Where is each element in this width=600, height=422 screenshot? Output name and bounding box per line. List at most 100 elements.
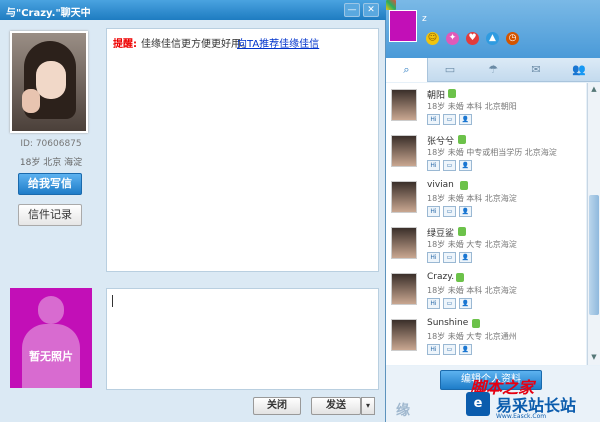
user-info: 18岁 未婚 大专 北京海淀 <box>427 240 517 249</box>
recommend-link[interactable]: 向TA推荐佳缘佳信 <box>237 35 319 50</box>
user-name[interactable]: vivian <box>427 180 454 190</box>
scroll-down-icon[interactable]: ▼ <box>588 351 600 363</box>
brand-logo: 缘 <box>396 403 410 419</box>
no-photo-label: 暂无照片 <box>29 350 73 363</box>
avatar-face <box>36 61 66 99</box>
user-info: 18岁 未婚 本科 北京海淀 <box>427 194 517 203</box>
view-profile-button[interactable]: 👤 <box>459 206 472 217</box>
mail-icon: ✉ <box>531 63 541 76</box>
user-name[interactable]: Sunshine <box>427 318 468 328</box>
message-input[interactable] <box>106 288 379 390</box>
side-avatar[interactable] <box>389 10 417 42</box>
message-button[interactable]: ▭ <box>443 298 456 309</box>
user-name[interactable]: 绿豆鲨 <box>427 226 454 239</box>
apps-grid-icon[interactable] <box>386 0 396 10</box>
contacts-icon: 👥 <box>572 63 586 76</box>
my-avatar[interactable]: 暂无照片 <box>10 288 92 388</box>
umbrella-icon: ☂ <box>488 63 498 76</box>
user-info: 18岁 未婚 本科 北京海淀 <box>427 286 517 295</box>
list-item[interactable]: 朝阳 18岁 未婚 本科 北京朝阳 Hi ▭ 👤 <box>386 87 586 133</box>
title-bar: 与"Crazy."聊天中 — ✕ <box>0 0 386 20</box>
clock-icon[interactable]: ◷ <box>506 32 519 45</box>
user-avatar[interactable] <box>391 135 417 167</box>
user-avatar[interactable] <box>391 227 417 259</box>
tip-text: 佳缘佳信更方便更好用。 <box>141 39 251 50</box>
tab-contacts[interactable]: 👥 <box>558 58 600 82</box>
list-item[interactable]: vivian 18岁 未婚 本科 北京海淀 Hi ▭ 👤 <box>386 179 586 225</box>
user-name[interactable]: 张兮兮 <box>427 134 454 147</box>
text-caret <box>112 295 113 307</box>
user-avatar[interactable] <box>391 89 417 121</box>
say-hi-button[interactable]: Hi <box>427 160 440 171</box>
scroll-thumb[interactable] <box>589 195 599 315</box>
user-avatar[interactable] <box>391 319 417 351</box>
letter-history-button[interactable]: 信件记录 <box>18 204 82 226</box>
message-history[interactable]: 提醒: 佳缘佳信更方便更好用。 向TA推荐佳缘佳信 <box>106 28 379 272</box>
tab-mail[interactable]: ✉ <box>515 58 557 82</box>
user-avatar[interactable] <box>391 273 417 305</box>
user-info: 18岁 未婚 大专 北京通州 <box>427 332 517 341</box>
side-header: z ☺ ✦ ♥ ▲ ◷ <box>386 0 600 58</box>
say-hi-button[interactable]: Hi <box>427 252 440 263</box>
user-name[interactable]: 朝阳 <box>427 88 445 101</box>
tab-umbrella[interactable]: ☂ <box>472 58 514 82</box>
contact-avatar[interactable] <box>10 31 88 133</box>
user-info: 18岁 未婚 本科 北京朝阳 <box>427 102 517 111</box>
chat-window: 与"Crazy."聊天中 — ✕ ID: 70606875 18岁 北京 海淀 … <box>0 0 386 422</box>
list-item[interactable]: 张兮兮 18岁 未婚 中专或相当学历 北京海淀 Hi ▭ 👤 <box>386 133 586 179</box>
message-button[interactable]: ▭ <box>443 160 456 171</box>
watermark-url: Www.Easck.Com <box>496 413 547 420</box>
scroll-up-icon[interactable]: ▲ <box>588 83 600 95</box>
contact-meta: 18岁 北京 海淀 <box>19 158 83 168</box>
gift-icon[interactable]: ✦ <box>446 32 459 45</box>
view-profile-button[interactable]: 👤 <box>459 160 472 171</box>
chat-icon: ▭ <box>444 63 456 76</box>
verified-badge-icon <box>472 319 480 328</box>
verified-badge-icon <box>448 89 456 98</box>
heart-icon[interactable]: ♥ <box>466 32 479 45</box>
send-button[interactable]: 发送 <box>311 397 361 415</box>
tab-chat[interactable]: ▭ <box>429 58 471 82</box>
verified-badge-icon <box>456 273 464 282</box>
close-window-button[interactable]: ✕ <box>363 3 379 17</box>
message-button[interactable]: ▭ <box>443 206 456 217</box>
close-button[interactable]: 关闭 <box>253 397 301 415</box>
side-tabbar: ⌕ ▭ ☂ ✉ 👥 <box>386 58 600 82</box>
say-hi-button[interactable]: Hi <box>427 344 440 355</box>
user-avatar[interactable] <box>391 181 417 213</box>
contact-id: ID: 70606875 <box>20 139 82 149</box>
list-item[interactable]: 绿豆鲨 18岁 未婚 大专 北京海淀 Hi ▭ 👤 <box>386 225 586 271</box>
recommended-users-list[interactable]: 朝阳 18岁 未婚 本科 北京朝阳 Hi ▭ 👤 张兮兮 18岁 未婚 中专或相… <box>386 83 586 365</box>
verified-badge-icon <box>458 135 466 144</box>
say-hi-button[interactable]: Hi <box>427 114 440 125</box>
image-icon[interactable]: ▲ <box>486 32 499 45</box>
smile-icon[interactable]: ☺ <box>426 32 439 45</box>
silhouette-head <box>38 296 64 324</box>
send-options-dropdown[interactable]: ▾ <box>361 397 375 415</box>
watermark-logo-icon: e <box>466 392 490 416</box>
list-item[interactable]: Sunshine 18岁 未婚 大专 北京通州 Hi ▭ 👤 <box>386 317 586 363</box>
tip-label: 提醒: <box>113 39 137 50</box>
verified-badge-icon <box>460 181 468 190</box>
minimize-button[interactable]: — <box>344 3 360 17</box>
say-hi-button[interactable]: Hi <box>427 298 440 309</box>
search-icon: ⌕ <box>403 63 410 76</box>
view-profile-button[interactable]: 👤 <box>459 252 472 263</box>
avatar-hand <box>22 89 40 113</box>
tab-search[interactable]: ⌕ <box>386 58 428 82</box>
message-button[interactable]: ▭ <box>443 344 456 355</box>
message-button[interactable]: ▭ <box>443 114 456 125</box>
side-panel: z ☺ ✦ ♥ ▲ ◷ ⌕ ▭ ☂ ✉ 👥 朝阳 18岁 未婚 本科 北京朝阳 … <box>386 0 600 422</box>
verified-badge-icon <box>458 227 466 236</box>
user-list-scrollbar[interactable]: ▲ ▼ <box>587 83 600 365</box>
view-profile-button[interactable]: 👤 <box>459 114 472 125</box>
say-hi-button[interactable]: Hi <box>427 206 440 217</box>
user-name[interactable]: Crazy. <box>427 272 454 282</box>
profile-panel: ID: 70606875 18岁 北京 海淀 给我写信 信件记录 <box>6 26 98 280</box>
window-title: 与"Crazy."聊天中 <box>6 8 91 19</box>
list-item[interactable]: Crazy. 18岁 未婚 本科 北京海淀 Hi ▭ 👤 <box>386 271 586 317</box>
message-button[interactable]: ▭ <box>443 252 456 263</box>
view-profile-button[interactable]: 👤 <box>459 344 472 355</box>
write-letter-button[interactable]: 给我写信 <box>18 173 82 195</box>
view-profile-button[interactable]: 👤 <box>459 298 472 309</box>
